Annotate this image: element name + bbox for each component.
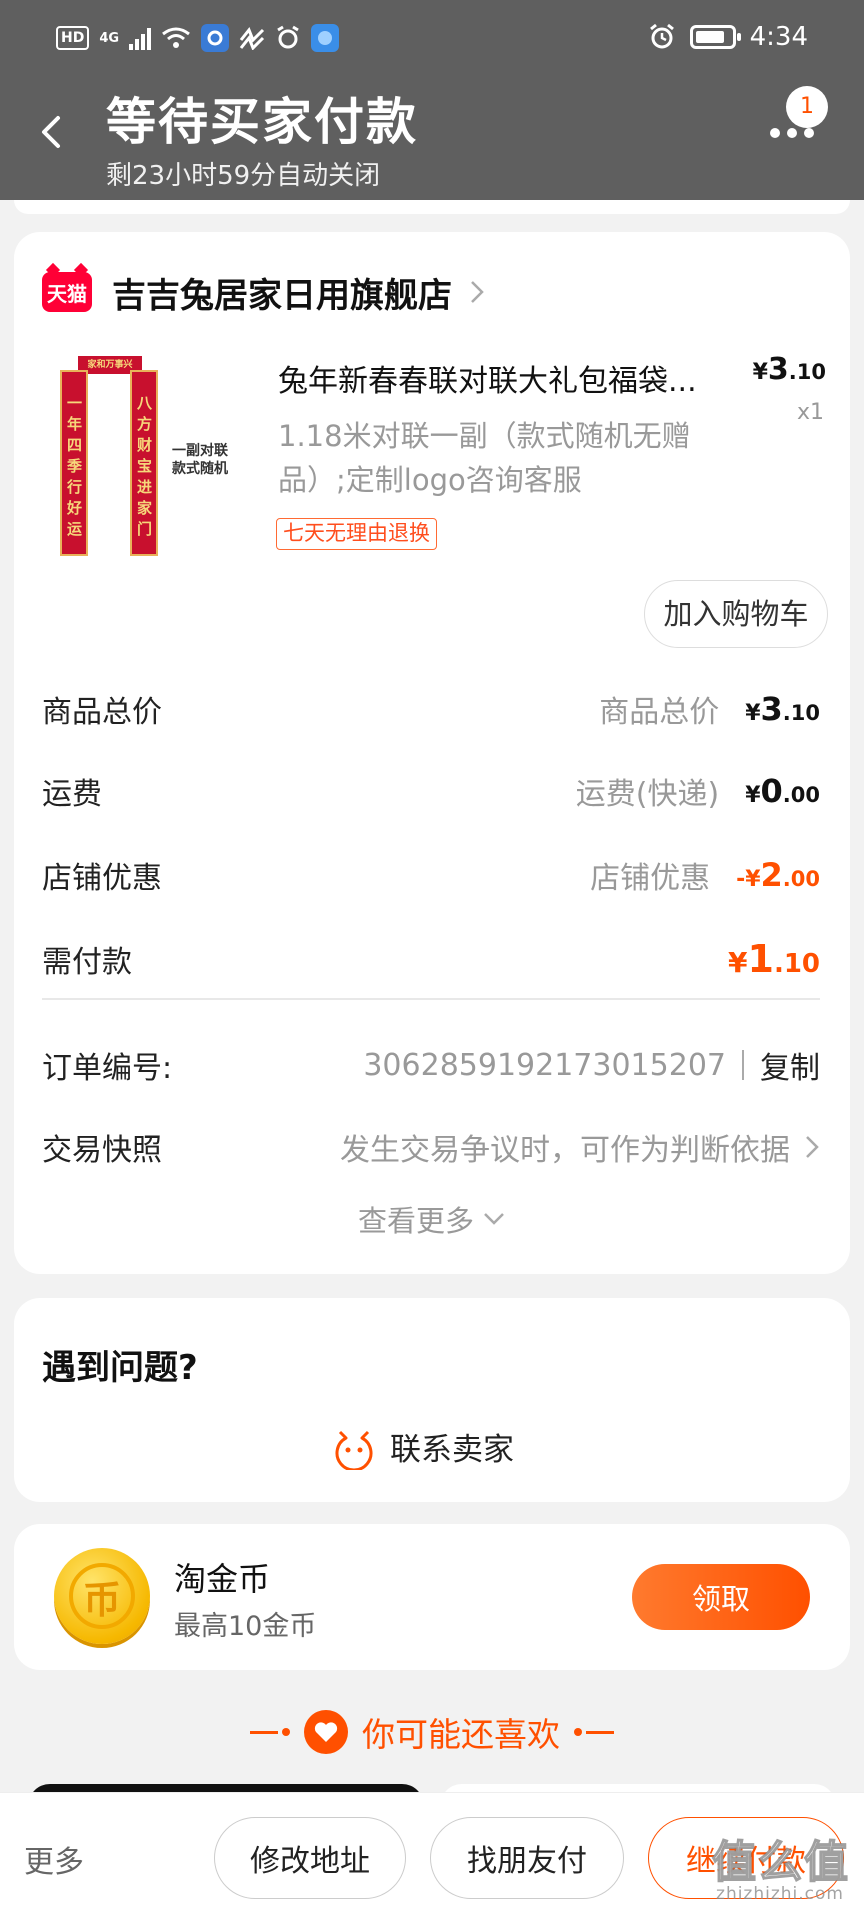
order-number-row: 订单编号: 3062859192173015207 复制 <box>42 1040 820 1090</box>
status-bar: HD 4G 4:34 <box>0 18 864 66</box>
couplet-right-scroll: 八方财宝进家门 <box>130 370 158 556</box>
product-image[interactable]: 家和万事兴 一年四季行好运 八方财宝进家门 一副对联 款式随机 <box>54 356 250 560</box>
back-arrow-icon[interactable] <box>36 112 66 152</box>
shipping-value: ¥0.00 <box>745 772 820 810</box>
shop-discount-label: 店铺优惠 <box>42 861 162 896</box>
clock-time: 4:34 <box>749 22 808 52</box>
tmall-logo: 天猫 <box>42 272 92 312</box>
change-address-button[interactable]: 修改地址 <box>214 1817 406 1899</box>
recommendation-heading: 你可能还喜欢 <box>0 1708 864 1756</box>
shop-header[interactable]: 天猫 吉吉兔居家日用旗舰店 <box>42 268 486 317</box>
more-dots-icon <box>770 128 814 138</box>
contact-seller-button[interactable]: 联系卖家 <box>330 1422 514 1470</box>
goods-total-value: ¥3.10 <box>745 690 820 728</box>
contact-seller-label: 联系卖家 <box>390 1431 514 1468</box>
heart-icon <box>304 1710 348 1754</box>
problem-card: 遇到问题? 联系卖家 <box>14 1298 850 1502</box>
shipping-row: 运费 运费(快递) ¥0.00 <box>42 766 820 816</box>
shop-name[interactable]: 吉吉兔居家日用旗舰店 <box>112 268 452 317</box>
decorative-line-right <box>574 1728 614 1736</box>
order-card: 天猫 吉吉兔居家日用旗舰店 家和万事兴 一年四季行好运 八方财宝进家门 一副对联… <box>14 232 850 1274</box>
goods-total-sublabel: 商品总价 <box>599 695 720 730</box>
signal-icon <box>129 26 152 50</box>
pulse-icon <box>239 27 265 50</box>
shop-discount-row: 店铺优惠 店铺优惠 -¥2.00 <box>42 850 820 900</box>
more-actions-link[interactable]: 更多 <box>24 1837 84 1881</box>
shipping-sublabel: 运费(快递) <box>575 777 720 812</box>
app-notification-icon <box>201 24 230 52</box>
battery-icon <box>689 25 741 49</box>
snapshot-row[interactable]: 交易快照 发生交易争议时，可作为判断依据 <box>42 1122 820 1172</box>
site-watermark-url: zhizhizhi.com <box>716 1884 844 1904</box>
product-image-caption: 一副对联 款式随机 <box>172 443 228 477</box>
problem-title: 遇到问题? <box>42 1348 198 1388</box>
chevron-down-icon <box>484 1213 504 1225</box>
network-type: 4G <box>99 30 120 46</box>
snapshot-description: 发生交易争议时，可作为判断依据 <box>340 1133 790 1168</box>
alarm-status-icon <box>277 25 299 49</box>
shop-discount-sublabel: 店铺优惠 <box>590 861 711 896</box>
goods-total-row: 商品总价 商品总价 ¥3.10 <box>42 684 820 734</box>
separator <box>742 1050 744 1080</box>
payable-row: 需付款 ¥1.10 <box>42 934 820 984</box>
chevron-right-icon <box>806 1136 819 1158</box>
view-more-label: 查看更多 <box>357 1204 474 1238</box>
view-more-button[interactable]: 查看更多 <box>14 1198 850 1240</box>
countdown-text: 剩23小时59分自动关闭 <box>106 161 381 191</box>
seller-chat-icon <box>335 1430 373 1470</box>
copy-order-number-button[interactable]: 复制 <box>760 1043 820 1087</box>
divider <box>42 998 820 1000</box>
product-title[interactable]: 兔年新春春联对联大礼包福袋... <box>278 356 738 400</box>
gold-coin-card: 币 淘金币 最高10金币 领取 <box>14 1524 850 1670</box>
shipping-label: 运费 <box>42 777 102 812</box>
alarm-clock-icon <box>649 23 674 49</box>
product-quantity: x1 <box>796 400 824 425</box>
gold-coin-icon: 币 <box>54 1548 150 1644</box>
gold-coin-title: 淘金币 <box>174 1560 271 1598</box>
product-spec: 1.18米对联一副（款式随机无赠品）;定制logo咨询客服 <box>278 419 691 497</box>
claim-coins-button[interactable]: 领取 <box>632 1564 810 1630</box>
order-number-value: 3062859192173015207 <box>363 1047 726 1083</box>
previous-card-edge <box>14 200 850 214</box>
wifi-icon <box>162 27 190 48</box>
site-watermark: 值么值 <box>711 1836 850 1889</box>
page-title: 等待买家付款 <box>106 93 418 151</box>
payable-value: ¥1.10 <box>728 937 820 981</box>
browser-icon <box>311 24 340 52</box>
more-menu-button[interactable]: 1 <box>764 80 834 150</box>
payable-label: 需付款 <box>42 945 132 980</box>
friend-pay-button[interactable]: 找朋友付 <box>430 1817 624 1899</box>
add-to-cart-button[interactable]: 加入购物车 <box>644 580 828 648</box>
couplet-left-scroll: 一年四季行好运 <box>60 370 88 556</box>
hd-icon: HD <box>56 26 90 50</box>
return-policy-tag: 七天无理由退换 <box>276 518 437 550</box>
recommendation-title: 你可能还喜欢 <box>362 1715 560 1754</box>
decorative-line-left <box>250 1728 290 1736</box>
order-number-label: 订单编号: <box>42 1051 173 1086</box>
header: HD 4G 4:34 等待买家付款 剩23小时59分自动关闭 1 <box>0 0 864 200</box>
snapshot-label: 交易快照 <box>42 1133 162 1168</box>
goods-total-label: 商品总价 <box>42 695 162 730</box>
product-price: ¥3.10 <box>752 352 826 387</box>
gold-coin-subtitle: 最高10金币 <box>174 1611 317 1642</box>
shop-discount-value: -¥2.00 <box>736 856 820 894</box>
chevron-right-icon <box>471 281 484 303</box>
message-count-badge: 1 <box>786 86 828 128</box>
